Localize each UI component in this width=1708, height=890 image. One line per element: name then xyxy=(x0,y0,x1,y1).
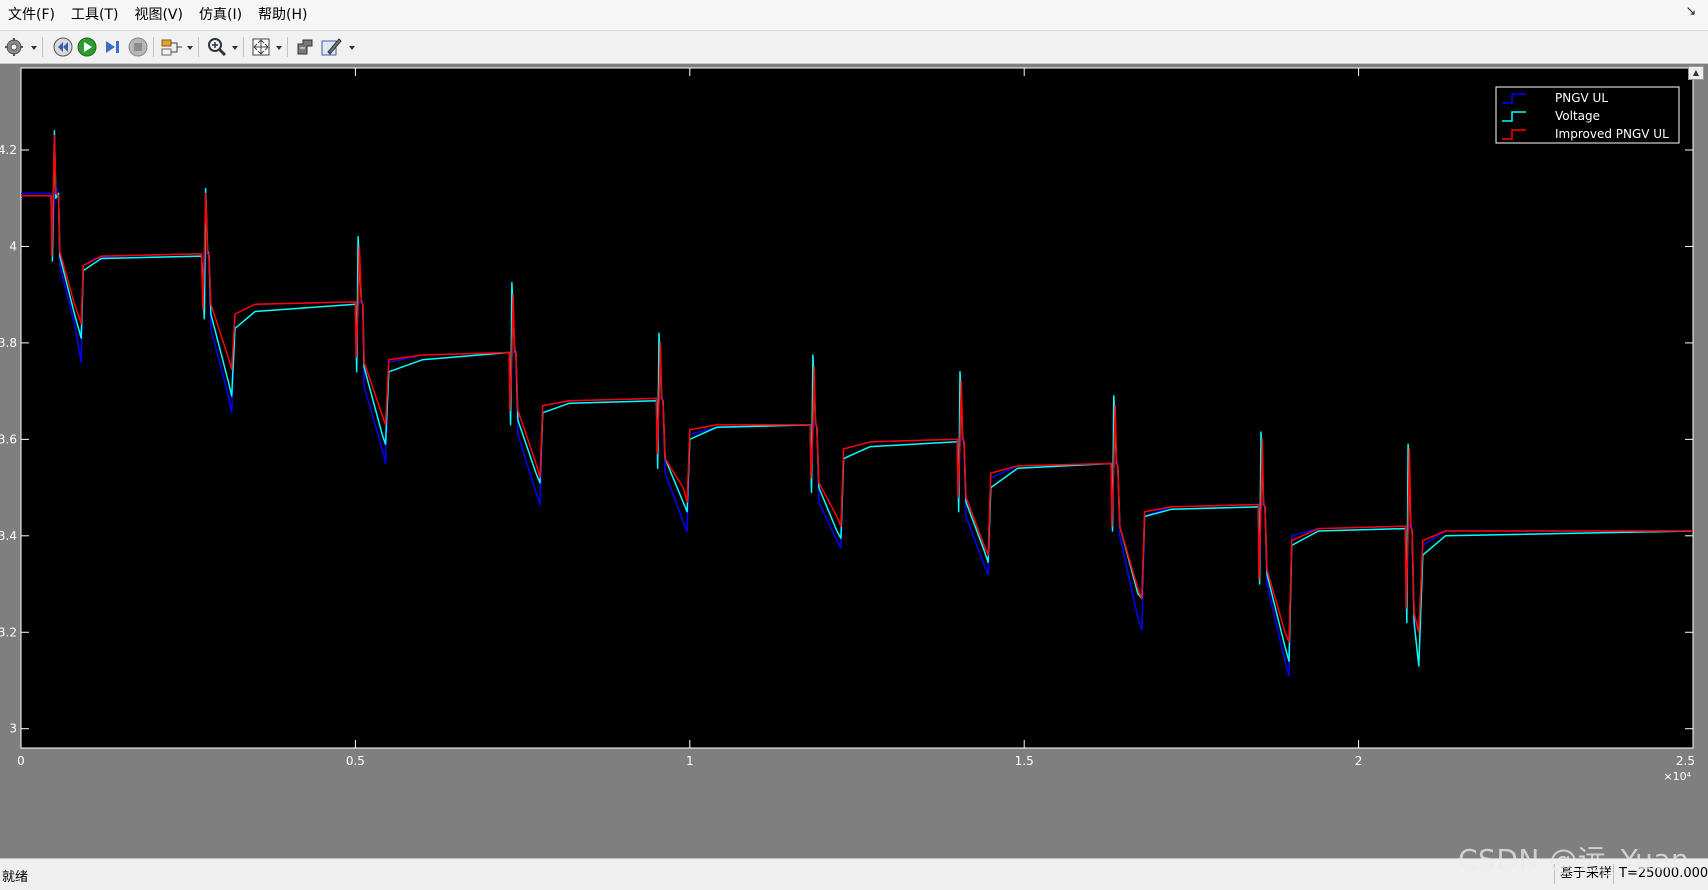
scope-plot-area: 3 3.2 3.4 3.6 3.8 4 4.2 0 0.5 1 1.5 2 2.5 ×10⁴ PNGV U… xyxy=(0,64,1708,857)
x-exponent-label: ×10⁴ xyxy=(1663,770,1691,783)
y-tick-label: 3.8 xyxy=(0,336,17,350)
signal-select-icon[interactable] xyxy=(160,36,184,58)
y-tick-label: 4 xyxy=(9,239,17,253)
autoscale-icon[interactable] xyxy=(294,36,316,58)
menu-bar: 文件(F) 工具(T) 视图(V) 仿真(I) 帮助(H) ↘ xyxy=(0,0,1708,31)
toolbar-separator xyxy=(42,37,43,57)
scope-chart[interactable]: 3 3.2 3.4 3.6 3.8 4 4.2 0 0.5 1 1.5 2 2.5 ×10⁴ PNGV U… xyxy=(0,64,1708,857)
legend-label: PNGV UL xyxy=(1555,91,1608,105)
status-bar: 就绪 基于采样 T=25000.000 xyxy=(0,858,1708,890)
toolbar-separator xyxy=(287,37,288,57)
status-text: 就绪 xyxy=(2,870,29,885)
watermark: CSDN @远_Yuan xyxy=(1458,843,1690,876)
undock-icon[interactable]: ↘ xyxy=(1682,3,1700,21)
x-tick-label: 2.5 xyxy=(1676,754,1695,768)
gear-icon[interactable] xyxy=(4,36,24,58)
toolbar-separator xyxy=(153,37,154,57)
expand-axes-icon[interactable]: ▲ xyxy=(1688,66,1704,80)
y-tick-label: 3.6 xyxy=(0,432,17,446)
y-tick-label: 4.2 xyxy=(0,143,17,157)
style-dropdown-arrow[interactable] xyxy=(349,46,355,50)
menu-simulation[interactable]: 仿真(I) xyxy=(191,0,250,30)
step-forward-icon[interactable] xyxy=(102,36,124,58)
axes-background xyxy=(20,67,1694,749)
menu-view[interactable]: 视图(V) xyxy=(126,0,191,30)
legend-label: Improved PNGV UL xyxy=(1555,127,1669,141)
x-tick-label: 0.5 xyxy=(346,754,365,768)
toolbar xyxy=(0,31,1708,64)
zoom-icon[interactable] xyxy=(206,36,228,58)
style-icon[interactable] xyxy=(320,36,342,58)
menu-tools[interactable]: 工具(T) xyxy=(63,0,126,30)
menu-file[interactable]: 文件(F) xyxy=(0,0,63,30)
fit-dropdown-arrow[interactable] xyxy=(276,46,282,50)
x-tick-label: 0 xyxy=(17,754,25,768)
fit-to-view-icon[interactable] xyxy=(250,36,272,58)
zoom-dropdown-arrow[interactable] xyxy=(232,46,238,50)
toolbar-separator xyxy=(243,37,244,57)
signal-dropdown-arrow[interactable] xyxy=(187,46,193,50)
y-tick-label: 3 xyxy=(9,722,17,736)
play-icon[interactable] xyxy=(76,36,98,58)
y-tick-label: 3.2 xyxy=(0,625,17,639)
x-tick-label: 1 xyxy=(686,754,694,768)
toolbar-separator xyxy=(198,37,199,57)
gear-dropdown-arrow[interactable] xyxy=(31,46,37,50)
x-tick-label: 1.5 xyxy=(1015,754,1034,768)
x-tick-label: 2 xyxy=(1355,754,1363,768)
stop-icon[interactable] xyxy=(127,36,149,58)
legend-label: Voltage xyxy=(1555,109,1600,123)
y-tick-label: 3.4 xyxy=(0,529,17,543)
rewind-icon[interactable] xyxy=(52,36,74,58)
menu-help[interactable]: 帮助(H) xyxy=(250,0,315,30)
